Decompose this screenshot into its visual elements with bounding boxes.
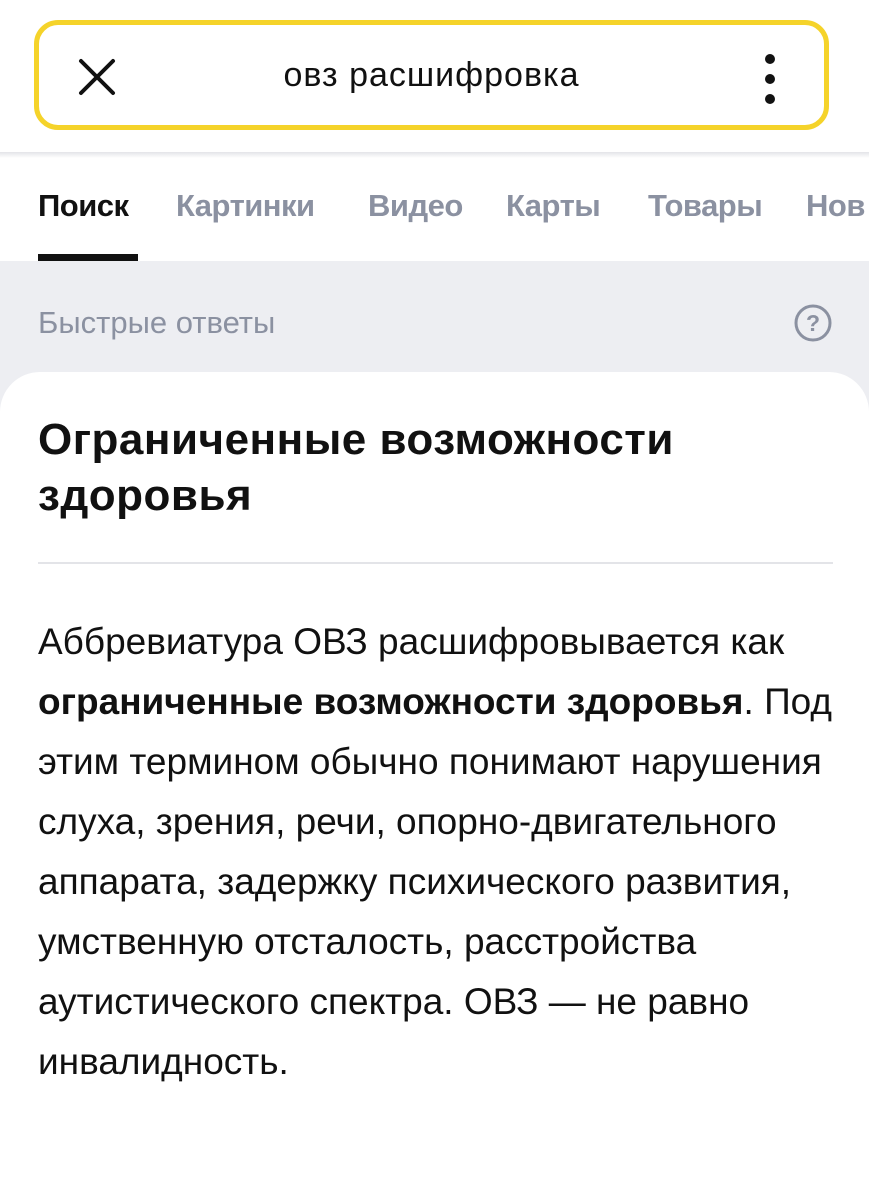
help-button[interactable]: ?: [793, 303, 833, 343]
close-button[interactable]: [75, 55, 119, 99]
quick-answers-title: Быстрые ответы: [38, 305, 276, 340]
answer-text-part2: . Под этим термином обычно понимают нару…: [38, 681, 833, 1082]
tab-search[interactable]: Поиск: [38, 188, 129, 224]
header: овз расшифровка: [0, 0, 869, 155]
tab-video[interactable]: Видео: [368, 188, 463, 224]
tab-news[interactable]: Нов: [806, 188, 865, 224]
close-icon: [79, 59, 115, 95]
search-box[interactable]: овз расшифровка: [34, 20, 829, 130]
search-query[interactable]: овз расшифровка: [159, 25, 704, 125]
card-divider: [38, 562, 833, 564]
tab-maps[interactable]: Карты: [506, 188, 601, 224]
more-vertical-icon: [765, 54, 775, 104]
tab-images[interactable]: Картинки: [176, 188, 315, 224]
quick-answer-heading: Ограниченные возможности здоровья: [38, 415, 674, 520]
svg-text:?: ?: [806, 310, 820, 336]
active-tab-indicator: [38, 254, 138, 261]
more-button[interactable]: [760, 51, 780, 107]
quick-answer-card: Ограниченные возможности здоровья Аббрев…: [0, 372, 869, 1200]
answer-text-highlight: ограниченные возможности здоровья: [38, 681, 744, 722]
help-circle-icon: ?: [794, 304, 832, 342]
quick-answer-text: Аббревиатура ОВЗ расшифровывается как ог…: [38, 612, 838, 1092]
tab-products[interactable]: Товары: [648, 188, 763, 224]
search-results-page: овз расшифровка Поиск Картинки Видео Кар…: [0, 0, 869, 1200]
answer-text-part1: Аббревиатура ОВЗ расшифровывается как: [38, 621, 785, 662]
search-tabs: Поиск Картинки Видео Карты Товары Нов: [0, 158, 869, 261]
